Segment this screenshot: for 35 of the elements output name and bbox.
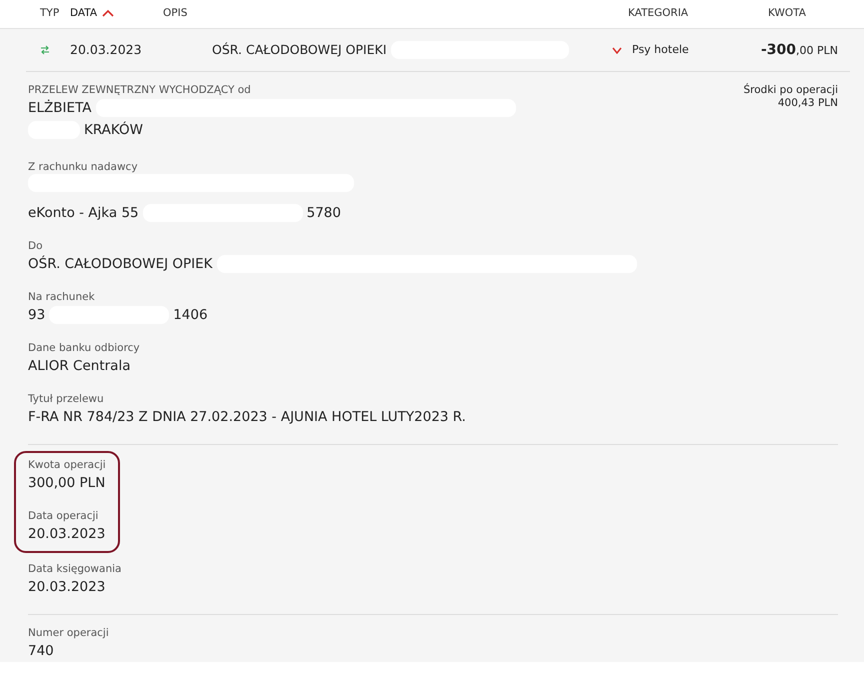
field-label: PRZELEW ZEWNĘTRZNY WYCHODZĄCY od bbox=[28, 84, 251, 97]
field-label: Data księgowania bbox=[28, 563, 122, 576]
field-label: Na rachunek bbox=[28, 291, 95, 304]
field-value: 5780 bbox=[306, 204, 341, 223]
field-value: 300,00 PLN bbox=[28, 474, 106, 493]
field-value: KRAKÓW bbox=[84, 120, 144, 140]
field-value: ELŻBIETA bbox=[28, 98, 92, 118]
field-label: Z rachunku nadawcy bbox=[28, 161, 138, 174]
field-value: F-RA NR 784/23 Z DNIA 27.02.2023 - AJUNIA HOTEL LUTY2023 R. bbox=[28, 408, 466, 427]
field-value: ALIOR Centrala bbox=[28, 357, 130, 376]
balance-value: 400,43 PLN bbox=[776, 97, 838, 110]
field-label: Do bbox=[28, 240, 43, 253]
field-label: Numer operacji bbox=[28, 627, 109, 640]
date-text: 20.03.2023 bbox=[70, 42, 142, 57]
field-label: Dane banku odbiorcy bbox=[28, 342, 140, 355]
field-value: 20.03.2023 bbox=[28, 578, 106, 597]
column-header[interactable]: TYP bbox=[40, 7, 60, 20]
field-label: Kwota operacji bbox=[28, 459, 106, 472]
category-text[interactable]: Psy hotele bbox=[632, 42, 689, 58]
amount-text: -300,00 PLN bbox=[760, 42, 838, 56]
field-value: 93 bbox=[28, 306, 46, 325]
field-value: 20.03.2023 bbox=[28, 525, 106, 544]
field-value: 740 bbox=[28, 642, 54, 661]
field-label: Tytuł przelewu bbox=[28, 393, 104, 406]
field-label: Data operacji bbox=[28, 510, 98, 523]
balance-label: Środki po operacji bbox=[743, 84, 838, 97]
description-text: OŚR. CAŁODOBOWEJ OPIEKI bbox=[212, 40, 387, 59]
field-value: OŚR. CAŁODOBOWEJ OPIEK bbox=[28, 254, 213, 274]
column-header[interactable]: DATA bbox=[70, 7, 98, 20]
transfer-arrows-icon bbox=[40, 45, 50, 56]
column-header[interactable]: KWOTA bbox=[768, 7, 806, 20]
column-header[interactable]: OPIS bbox=[163, 7, 188, 20]
column-header[interactable]: KATEGORIA bbox=[628, 7, 688, 20]
field-value: eKonto - Ajka 55 bbox=[28, 204, 139, 223]
field-value: 1406 bbox=[173, 306, 208, 325]
